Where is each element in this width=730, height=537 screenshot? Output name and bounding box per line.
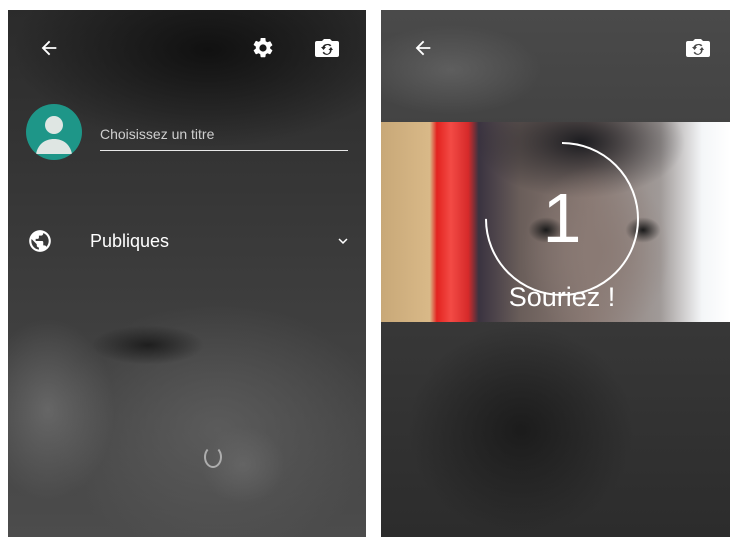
globe-icon xyxy=(29,230,51,252)
avatar xyxy=(26,104,82,160)
camera-feed-detail xyxy=(204,446,222,468)
back-button[interactable] xyxy=(35,34,63,62)
arrow-back-icon xyxy=(41,40,57,56)
photo-countdown-screen: 1 Souriez ! xyxy=(381,10,730,537)
switch-camera-button[interactable] xyxy=(684,34,712,62)
smile-message: Souriez ! xyxy=(508,282,616,312)
settings-button[interactable] xyxy=(249,34,277,62)
visibility-selector[interactable]: Publiques xyxy=(18,222,356,260)
chevron-down-icon xyxy=(338,238,348,244)
gear-icon xyxy=(253,37,273,58)
person-icon xyxy=(36,116,72,154)
countdown-number: 1 xyxy=(542,179,582,257)
broadcast-setup-screen: Publiques xyxy=(8,10,366,537)
visibility-label: Publiques xyxy=(90,231,170,251)
switch-camera-icon xyxy=(315,39,339,57)
arrow-back-icon xyxy=(415,40,431,56)
title-input[interactable] xyxy=(100,122,348,146)
switch-camera-button[interactable] xyxy=(313,34,341,62)
broadcast-title-field[interactable] xyxy=(100,122,348,151)
switch-camera-icon xyxy=(686,39,710,57)
back-button[interactable] xyxy=(409,34,437,62)
